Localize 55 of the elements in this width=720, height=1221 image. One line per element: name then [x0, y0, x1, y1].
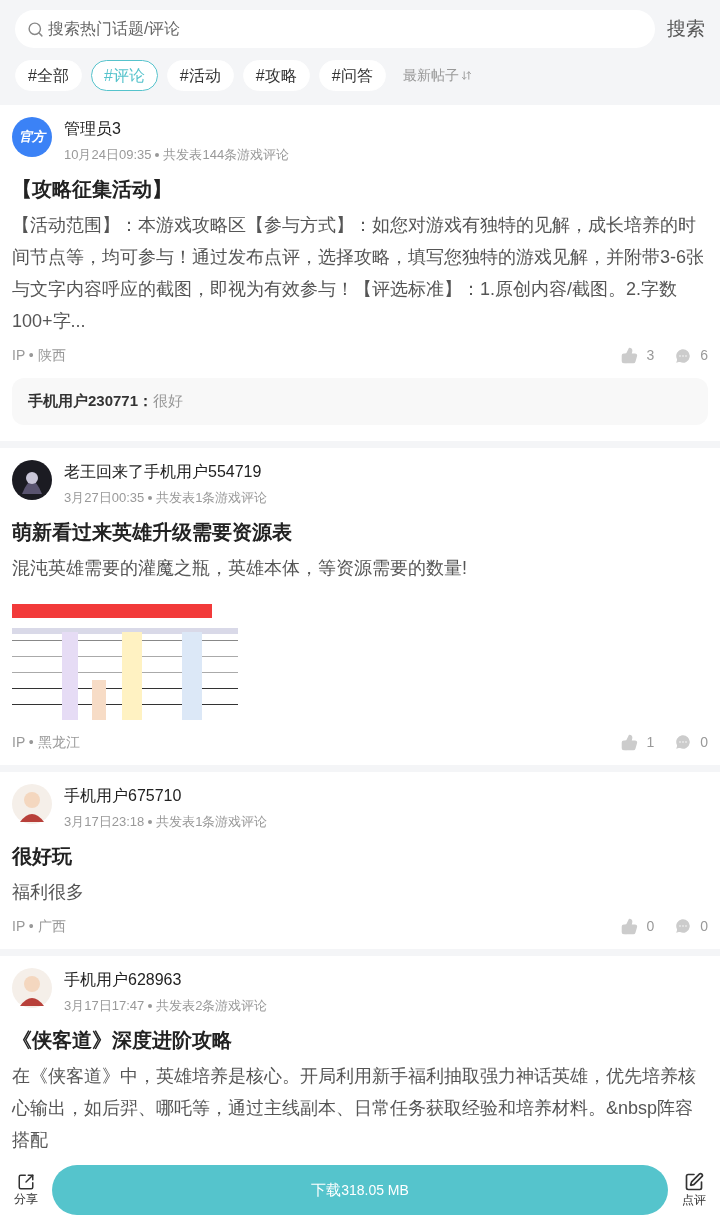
tag-chip[interactable]: #活动	[166, 60, 234, 91]
review-count: 共发表144条游戏评论	[163, 146, 290, 164]
post-date: 10月24日09:35	[64, 146, 152, 164]
tag-chip[interactable]: #全部	[15, 60, 82, 91]
review-count: 共发表1条游戏评论	[156, 488, 268, 507]
post-body[interactable]: 混沌英雄需要的灌魔之瓶，英雄本体，等资源需要的数量!	[12, 551, 708, 584]
share-icon	[17, 1173, 35, 1191]
post-body[interactable]: 在《侠客道》中，英雄培养是核心。开局利用新手福利抽取强力神话英雄，优先培养核心输出，如后羿、哪吒等，通过主线副本、日常任务获取经验和培养材料。&nbsp阵容搭配	[12, 1059, 708, 1156]
author-name[interactable]: 管理员3	[64, 117, 290, 141]
avatar-icon	[12, 967, 52, 1008]
comment-icon[interactable]	[674, 733, 693, 751]
comment-count: 0	[700, 916, 708, 936]
like-icon[interactable]	[621, 733, 639, 751]
author-name[interactable]: 老王回来了手机用户554719	[64, 459, 268, 484]
search-input[interactable]: 搜索热门话题/评论	[48, 17, 643, 41]
reply-preview[interactable]: 手机用户230771：很好	[12, 378, 708, 425]
avatar-icon	[12, 459, 52, 500]
reply-user: 手机用户230771：	[28, 391, 154, 411]
post-title[interactable]: 萌新看过来英雄升级需要资源表	[12, 515, 708, 548]
comment-count: 6	[700, 346, 708, 365]
ip-location: IP • 黑龙江	[12, 732, 80, 752]
like-icon[interactable]	[621, 347, 639, 364]
post-date: 3月17日17:47	[64, 996, 145, 1015]
author-name[interactable]: 手机用户675710	[64, 783, 268, 808]
review-count: 共发表2条游戏评论	[156, 996, 268, 1015]
comment-count: 0	[700, 732, 708, 752]
post-body[interactable]: 福利很多	[12, 875, 708, 908]
share-button[interactable]: 分享	[12, 1173, 40, 1207]
like-count: 1	[646, 732, 655, 752]
post-title[interactable]: 《侠客道》深度进阶攻略	[12, 1023, 708, 1056]
post-body[interactable]: 【活动范围】：本游戏攻略区【参与方式】：如您对游戏有独特的见解，成长培养的时间节点等，均可参与！通过发布点评，选择攻略，填写您独特的游戏见解，并附带3-6张与文字内容呼应的截图，即视为有效参与！【评选标准】：1.原创内容/截图。2.字数100+字...	[12, 209, 708, 337]
like-icon[interactable]	[621, 917, 639, 935]
tag-chip[interactable]: #攻略	[242, 60, 310, 91]
reply-text: 很好	[153, 391, 184, 411]
like-count: 3	[646, 346, 655, 365]
search-field[interactable]: 搜索热门话题/评论	[15, 10, 655, 48]
search-button[interactable]: 搜索	[667, 14, 705, 44]
tag-chip[interactable]: #问答	[318, 60, 386, 91]
review-button[interactable]: 点评	[680, 1172, 708, 1208]
ip-location: IP • 陕西	[12, 346, 66, 365]
edit-icon	[684, 1172, 704, 1192]
comment-icon[interactable]	[674, 346, 693, 365]
ip-location: IP • 广西	[12, 916, 66, 936]
sort-icon	[460, 70, 472, 81]
official-avatar: 官方	[12, 117, 52, 157]
like-count: 0	[646, 916, 655, 936]
post-date: 3月17日23:18	[64, 812, 145, 831]
review-count: 共发表1条游戏评论	[156, 812, 268, 831]
avatar-icon	[12, 783, 52, 824]
comment-icon[interactable]	[674, 917, 693, 935]
post-date: 3月27日00:35	[64, 488, 145, 507]
author-name[interactable]: 手机用户628963	[64, 967, 268, 992]
post-title[interactable]: 【攻略征集活动】	[12, 173, 708, 205]
post-title[interactable]: 很好玩	[12, 839, 708, 872]
search-icon	[27, 20, 44, 38]
